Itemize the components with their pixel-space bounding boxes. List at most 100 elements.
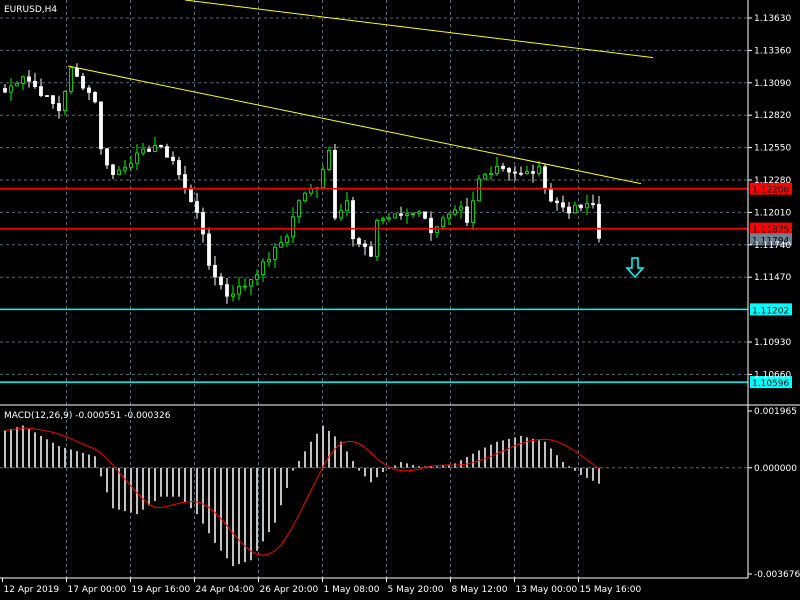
symbol-label: EURUSD,H4 (4, 5, 57, 15)
price-tick-label: 1.13090 (754, 79, 791, 89)
candle-body (393, 213, 397, 219)
candle-body (525, 171, 529, 175)
candle-body (129, 162, 133, 168)
candle-body (369, 246, 373, 257)
candle-body (513, 171, 517, 174)
candle-body (39, 86, 43, 96)
candle-body (405, 213, 409, 216)
candle-body (195, 201, 199, 213)
candle-body (33, 80, 37, 88)
candle-body (231, 293, 235, 297)
candle-body (387, 217, 391, 220)
candle-body (417, 211, 421, 214)
candle-body (477, 178, 481, 202)
price-tick-label: 1.13360 (754, 46, 791, 56)
price-level-label: 1.10596 (752, 379, 789, 389)
candle-body (381, 218, 385, 221)
candle-body (555, 200, 559, 204)
candle-body (9, 85, 13, 93)
candle-body (543, 166, 547, 189)
time-tick-label: 17 Apr 00:00 (68, 585, 127, 595)
macd-pane (0, 404, 800, 567)
candle-body (471, 200, 475, 223)
candle-body (261, 261, 265, 276)
candle-body (117, 169, 121, 175)
candle-body (549, 188, 553, 202)
candle-body (435, 226, 439, 234)
candle-body (537, 166, 541, 174)
candle-body (243, 285, 247, 288)
candle-body (561, 202, 565, 208)
price-level-label: 1.11202 (752, 306, 789, 316)
candle-body (303, 192, 307, 202)
sell-arrow-icon (625, 257, 645, 279)
candle-body (501, 165, 505, 169)
candle-body (429, 217, 433, 234)
candle-body (573, 204, 577, 214)
candle-body (165, 146, 169, 158)
candle-body (249, 278, 253, 287)
macd-label: MACD(12,26,9) -0.000551 -0.000326 (4, 411, 171, 421)
candle-body (87, 87, 91, 93)
candle-body (351, 200, 355, 240)
candle-body (45, 95, 49, 97)
candle-body (135, 152, 139, 164)
candle-body (309, 188, 313, 194)
candle-body (447, 213, 451, 219)
candle-body (279, 242, 283, 248)
candle-body (507, 168, 511, 173)
trendlines[interactable] (67, 0, 654, 279)
trendline (67, 65, 642, 185)
price-tick-label: 1.11740 (754, 241, 791, 251)
candle-body (321, 169, 325, 189)
chart-window[interactable]: 1.12208 1.11875 1.11202 1.10596 1.11794 1.13… (0, 0, 800, 600)
candle-body (111, 164, 115, 175)
candle-body (69, 67, 73, 92)
candle-body (225, 284, 229, 297)
candle-body (183, 174, 187, 190)
candle-body (285, 236, 289, 244)
price-level-label: 1.12208 (752, 186, 789, 196)
candle-body (411, 212, 415, 215)
candle-body (171, 156, 175, 161)
macd-tick-label: 0.000000 (754, 464, 797, 474)
candle-body (375, 220, 379, 257)
time-tick-label: 26 Apr 20:00 (260, 585, 319, 595)
candle-body (297, 200, 301, 218)
candle-body (57, 103, 61, 112)
time-tick-label: 12 Apr 2019 (4, 585, 60, 595)
time-tick-label: 1 May 08:00 (324, 585, 380, 595)
candle-body (15, 83, 19, 87)
candle-body (597, 203, 601, 239)
candle-body (339, 210, 343, 219)
candle-body (93, 92, 97, 103)
time-tick-label: 8 May 12:00 (452, 585, 508, 595)
candle-body (591, 203, 595, 205)
price-tick-label: 1.10660 (754, 370, 791, 380)
time-tick-label: 15 May 16:00 (580, 585, 642, 595)
time-tick-label: 5 May 20:00 (388, 585, 444, 595)
candle-body (51, 95, 55, 104)
candle-body (207, 233, 211, 266)
candle-body (291, 216, 295, 238)
candle-body (333, 149, 337, 219)
candle-body (105, 148, 109, 166)
candle-body (483, 174, 487, 180)
candle-body (63, 91, 67, 112)
candle-body (399, 213, 403, 216)
candle-body (441, 217, 445, 228)
candle-body (465, 206, 469, 223)
candle-body (423, 211, 427, 219)
candle-body (189, 188, 193, 202)
candle-body (363, 243, 367, 248)
candles (3, 63, 601, 304)
macd-tick-label: 0.001965 (754, 407, 797, 417)
candle-body (519, 172, 523, 175)
candle-body (579, 204, 583, 209)
macd-tick-label: -0.003676 (754, 570, 800, 580)
candle-body (357, 238, 361, 245)
candle-body (99, 101, 103, 150)
price-chart[interactable]: 1.122081.118751.112021.105961.11794 1.13… (0, 0, 800, 600)
candle-body (567, 206, 571, 214)
candle-body (75, 67, 79, 77)
